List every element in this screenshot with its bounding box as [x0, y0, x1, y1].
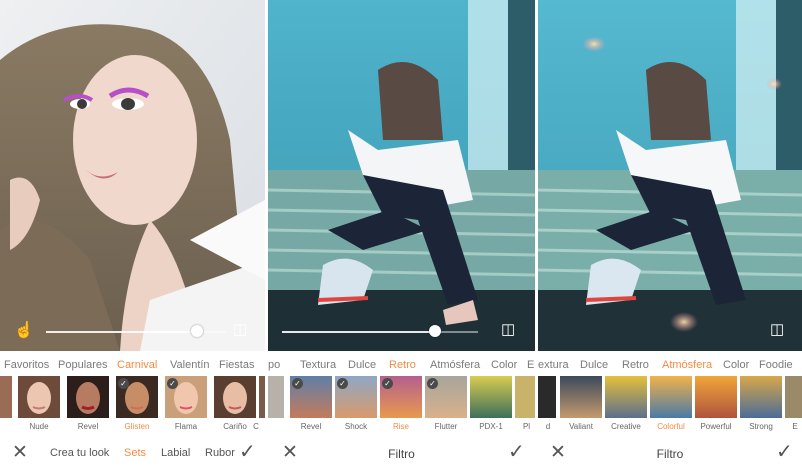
look-thumb-glisten[interactable]: ✓	[116, 376, 158, 418]
filter-thumb-powerful[interactable]	[695, 376, 737, 418]
filter-thumb-shock[interactable]: ✓	[335, 376, 377, 418]
intensity-slider-knob[interactable]	[429, 325, 441, 337]
category-color[interactable]: Color	[723, 359, 749, 371]
category-bar: po Textura Dulce Retro Atmósfera Color E	[268, 352, 535, 376]
thumb-label: Glisten	[124, 422, 150, 431]
filter-thumb-partial[interactable]	[538, 376, 556, 418]
thumb-label: Valiant	[569, 422, 593, 431]
filter-thumb-partial[interactable]	[268, 376, 284, 418]
filter-thumbnails: ✓ ✓ ✓ ✓ Revel Shock Rise Flutter PDX-1 P…	[268, 376, 535, 432]
category-textura[interactable]: Textura	[300, 359, 336, 371]
look-thumb-partial[interactable]	[0, 376, 12, 418]
category-partial[interactable]: po	[268, 359, 280, 371]
checkmark-icon[interactable]: ✓	[508, 442, 525, 462]
category-carnival[interactable]: Carnival	[117, 359, 157, 371]
category-retro[interactable]: Retro	[389, 359, 416, 371]
thumb-label: E	[792, 422, 798, 431]
tab-labial[interactable]: Labial	[161, 447, 190, 459]
filter-thumb-strong[interactable]	[740, 376, 782, 418]
panel-title: Filtro	[656, 447, 684, 461]
bottom-bar: ✕ Crea tu look Sets Labial Rubor ✓	[0, 438, 265, 468]
checkmark-icon[interactable]: ✓	[776, 442, 793, 462]
thumb-label: Pl	[522, 422, 531, 431]
category-partial[interactable]: extura	[538, 359, 569, 371]
thumb-label: Strong	[749, 422, 773, 431]
category-fiestas[interactable]: Fiestas	[219, 359, 254, 371]
tab-rubor[interactable]: Rubor	[205, 447, 235, 459]
filtered-photo: ◫	[538, 0, 802, 351]
filter-panel-retro: ◫ po Textura Dulce Retro Atmósfera Color…	[268, 0, 535, 475]
filter-thumb-valiant[interactable]	[560, 376, 602, 418]
category-foodie[interactable]: Foodie	[759, 359, 793, 371]
filter-thumb-pdx1[interactable]	[470, 376, 512, 418]
compare-icon[interactable]: ◫	[770, 322, 784, 338]
filter-thumb-flutter[interactable]: ✓	[425, 376, 467, 418]
filter-thumbnails: d Valiant Creative Colorful Powerful Str…	[538, 376, 802, 432]
close-icon[interactable]: ✕	[12, 443, 28, 462]
compare-icon[interactable]: ◫	[233, 322, 247, 338]
filter-panel-atmosfera: ◫ extura Dulce Retro Atmósfera Color Foo…	[538, 0, 802, 475]
checkmark-icon: ✓	[337, 378, 348, 389]
tab-sets[interactable]: Sets	[124, 447, 146, 459]
thumb-label: Colorful	[657, 422, 685, 431]
thumb-label: Revel	[300, 422, 322, 431]
slider-track	[440, 331, 478, 333]
bottom-bar: ✕ Filtro ✓	[268, 438, 535, 468]
filter-thumb-partial-right[interactable]	[515, 376, 535, 418]
look-thumb-nude[interactable]	[18, 376, 60, 418]
category-populares[interactable]: Populares	[58, 359, 108, 371]
checkmark-icon: ✓	[167, 378, 178, 389]
checkmark-icon[interactable]: ✓	[239, 442, 256, 462]
thumb-label: Powerful	[700, 422, 732, 431]
filter-thumb-revel[interactable]: ✓	[290, 376, 332, 418]
filter-thumb-colorful[interactable]	[650, 376, 692, 418]
thumb-label: Shock	[344, 422, 368, 431]
compare-icon[interactable]: ◫	[501, 322, 515, 338]
makeup-panel: ☝ ◫ Favoritos Populares Carnival Valentí…	[0, 0, 265, 475]
category-favoritos[interactable]: Favoritos	[4, 359, 49, 371]
category-dulce[interactable]: Dulce	[580, 359, 608, 371]
category-color[interactable]: Color	[491, 359, 517, 371]
slider-track	[202, 331, 226, 333]
thumb-label: Creative	[611, 422, 641, 431]
category-bar: extura Dulce Retro Atmósfera Color Foodi…	[538, 352, 802, 376]
look-thumb-carino[interactable]	[214, 376, 256, 418]
filtered-photo: ◫	[268, 0, 535, 351]
checkmark-icon: ✓	[292, 378, 303, 389]
look-thumbnails: ✓ ✓ Nude Revel Glisten Flama Cariño C	[0, 376, 265, 432]
filter-thumb-creative[interactable]	[605, 376, 647, 418]
look-thumb-flama[interactable]: ✓	[165, 376, 207, 418]
thumb-label: Nude	[29, 422, 49, 431]
portrait-photo: ☝ ◫	[0, 0, 265, 351]
hand-touch-icon[interactable]: ☝	[14, 323, 34, 339]
checkmark-icon: ✓	[427, 378, 438, 389]
category-atmosfera[interactable]: Atmósfera	[662, 359, 712, 371]
look-thumb-partial-right[interactable]	[259, 376, 265, 418]
thumb-label: Revel	[77, 422, 99, 431]
thumb-label: C	[253, 422, 259, 431]
checkmark-icon: ✓	[382, 378, 393, 389]
thumb-label: Rise	[392, 422, 409, 431]
checkmark-icon: ✓	[118, 378, 129, 389]
filter-thumb-rise[interactable]: ✓	[380, 376, 422, 418]
slider-fill	[46, 331, 196, 333]
category-dulce[interactable]: Dulce	[348, 359, 376, 371]
filter-thumb-partial-right[interactable]	[785, 376, 802, 418]
category-valentin[interactable]: Valentín	[170, 359, 210, 371]
thumb-label: Flutter	[434, 422, 458, 431]
tab-crea-tu-look[interactable]: Crea tu look	[50, 447, 109, 459]
bottom-bar: ✕ Filtro ✓	[538, 438, 802, 468]
slider-fill	[282, 331, 430, 333]
category-partial-right[interactable]: E	[527, 359, 534, 371]
thumb-label: Flama	[174, 422, 198, 431]
thumb-label: PDX-1	[479, 422, 503, 431]
look-thumb-revel[interactable]	[67, 376, 109, 418]
category-retro[interactable]: Retro	[622, 359, 649, 371]
category-bar: Favoritos Populares Carnival Valentín Fi…	[0, 352, 265, 376]
intensity-slider-knob[interactable]	[191, 325, 203, 337]
panel-title: Filtro	[388, 447, 415, 461]
category-atmosfera[interactable]: Atmósfera	[430, 359, 480, 371]
